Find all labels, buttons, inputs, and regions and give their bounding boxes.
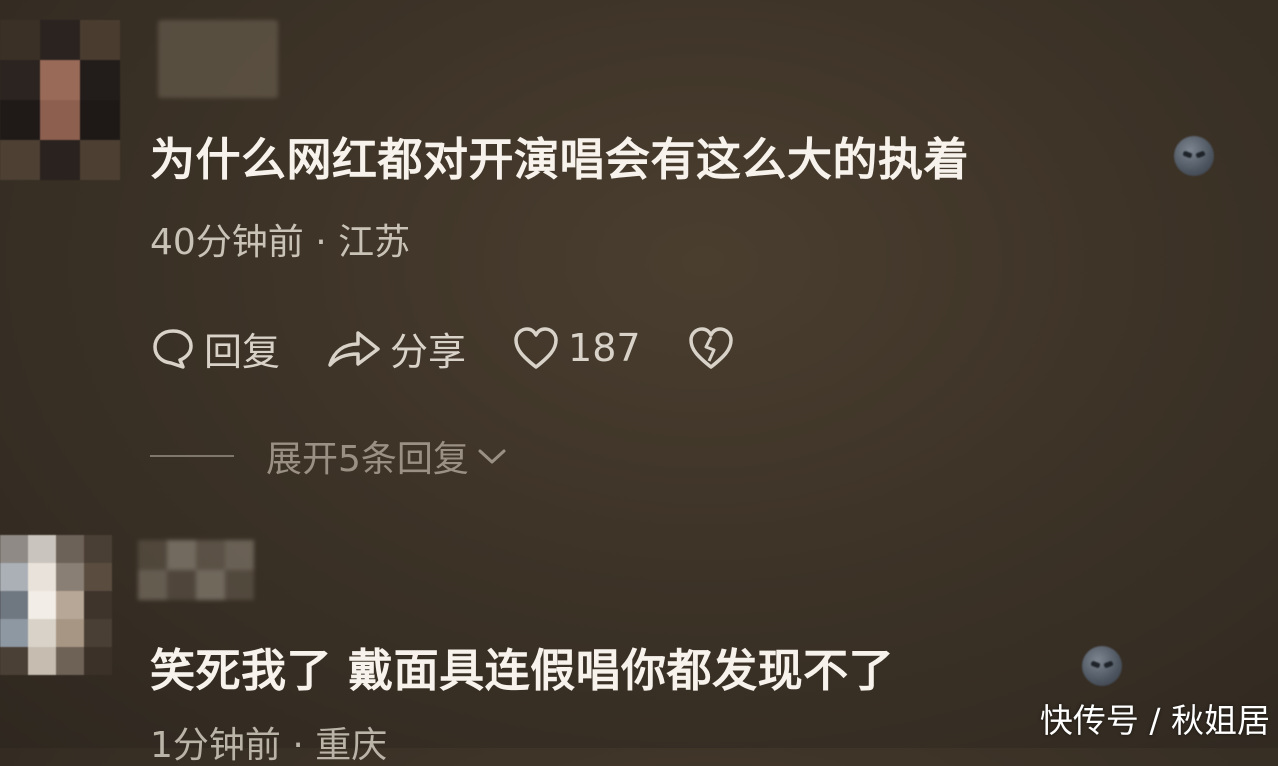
share-label: 分享: [390, 329, 467, 374]
reply-label: 回复: [204, 329, 281, 374]
emoji-icon: [1082, 646, 1122, 686]
username[interactable]: [138, 540, 254, 600]
comment-location: 江苏: [338, 222, 411, 263]
like-button[interactable]: 187: [512, 325, 641, 371]
avatar[interactable]: [0, 20, 120, 180]
share-arrow-icon: [328, 331, 380, 367]
comment-text: 笑死我了 戴面具连假唱你都发现不了: [150, 644, 895, 697]
share-button[interactable]: 分享: [326, 321, 466, 376]
action-bar: 回复 分享 187: [150, 324, 781, 374]
comment-text: 为什么网红都对开演唱会有这么大的执着: [150, 133, 970, 186]
broken-heart-icon: [688, 327, 733, 369]
heart-icon: [514, 327, 558, 369]
like-count: 187: [568, 326, 641, 370]
comment-meta: 40分钟前 · 江苏: [150, 225, 410, 261]
username[interactable]: [158, 20, 278, 98]
emoji-icon: [1174, 136, 1214, 176]
meta-separator: ·: [315, 222, 339, 263]
watermark: 快传号 / 秋姐居: [1039, 701, 1270, 740]
comment-time: 40分钟前: [150, 222, 304, 263]
dislike-button[interactable]: [687, 325, 735, 371]
chevron-down-icon: [478, 449, 506, 464]
comment-bubble-icon: [153, 329, 193, 369]
expand-replies-label: 展开5条回复: [266, 439, 469, 480]
divider-line: [150, 455, 234, 457]
expand-replies-button[interactable]: 展开5条回复: [150, 430, 509, 482]
reply-button[interactable]: 回复: [150, 321, 280, 376]
avatar[interactable]: [0, 535, 112, 675]
comment-meta: 1分钟前 · 重庆: [150, 725, 388, 766]
